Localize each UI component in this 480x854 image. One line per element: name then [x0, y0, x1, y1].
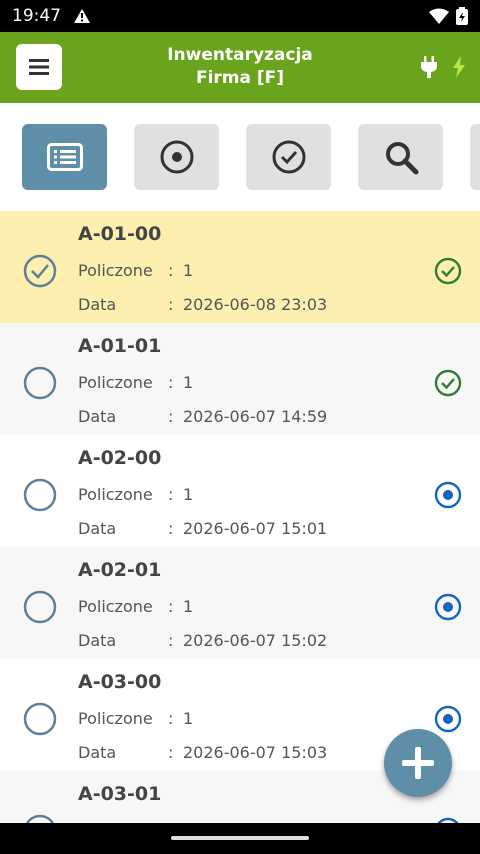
search-icon: [385, 142, 418, 175]
colon: :: [168, 407, 174, 426]
item-name: A-03-00: [78, 671, 162, 693]
search-button[interactable]: [358, 124, 443, 190]
date-value: 2026-06-07 14:59: [183, 407, 328, 426]
filter-open-button[interactable]: [134, 124, 219, 190]
colon: :: [168, 597, 174, 616]
item-name: A-02-01: [78, 559, 162, 581]
colon: :: [168, 519, 174, 538]
colon: :: [168, 261, 174, 280]
check-circle-icon: [272, 140, 305, 174]
toolbar: [0, 103, 480, 211]
plug-icon[interactable]: [420, 56, 438, 78]
wifi-icon: [429, 8, 449, 24]
list-item[interactable]: A-02-00 Policzone:1 Data:2026-06-07 15:01: [0, 435, 480, 547]
colon: :: [168, 373, 174, 392]
item-name: A-03-01: [78, 783, 162, 805]
count-value: 1: [183, 373, 194, 392]
unchecked-circle-icon[interactable]: [22, 365, 58, 401]
unchecked-circle-icon[interactable]: [22, 701, 58, 737]
unchecked-circle-icon[interactable]: [22, 813, 58, 823]
list-view-button[interactable]: [22, 124, 107, 190]
colon: :: [168, 295, 174, 314]
date-value: 2026-06-07 15:03: [183, 743, 328, 762]
item-name: A-02-00: [78, 447, 162, 469]
app-title: Inwentaryzacja: [167, 45, 313, 65]
colon: :: [168, 631, 174, 650]
app-subtitle: Firma [F]: [195, 68, 285, 88]
plus-icon: [402, 747, 434, 779]
list-item[interactable]: A-01-01 Policzone:1 Data:2026-06-07 14:59: [0, 323, 480, 435]
more-button[interactable]: [470, 124, 480, 190]
home-gesture-bar[interactable]: [171, 836, 309, 840]
open-status-icon: [434, 705, 462, 733]
date-value: 2026-06-07 15:01: [183, 519, 328, 538]
date-label: Data: [78, 631, 117, 650]
done-status-icon: [434, 257, 462, 285]
count-value: 1: [183, 597, 194, 616]
list-icon: [46, 143, 83, 171]
clock: 19:47: [12, 6, 61, 26]
count-label: Policzone: [78, 261, 153, 280]
unchecked-circle-icon[interactable]: [22, 477, 58, 513]
open-status-icon: [434, 593, 462, 621]
count-label: Policzone: [78, 597, 153, 616]
colon: :: [168, 743, 174, 762]
date-label: Data: [78, 295, 117, 314]
count-value: 1: [183, 709, 194, 728]
unchecked-circle-icon[interactable]: [22, 589, 58, 625]
radio-icon: [160, 140, 193, 174]
title-block: Inwentaryzacja Firma [F]: [0, 44, 480, 90]
checked-circle-icon[interactable]: [22, 253, 58, 289]
date-label: Data: [78, 407, 117, 426]
list-item[interactable]: A-02-01 Policzone:1 Data:2026-06-07 15:02: [0, 547, 480, 659]
item-name: A-01-01: [78, 335, 162, 357]
battery-icon: [456, 7, 468, 25]
add-button[interactable]: [384, 729, 452, 797]
colon: :: [168, 709, 174, 728]
count-label: Policzone: [78, 709, 153, 728]
done-status-icon: [434, 369, 462, 397]
count-value: 1: [183, 261, 194, 280]
item-name: A-01-00: [78, 223, 162, 245]
date-label: Data: [78, 743, 117, 762]
alert-icon: [74, 9, 90, 23]
navigation-bar: [0, 823, 480, 854]
app-bar: Inwentaryzacja Firma [F]: [0, 32, 480, 103]
filter-done-button[interactable]: [246, 124, 331, 190]
list-item[interactable]: A-01-00 Policzone:1 Data:2026-06-08 23:03: [0, 211, 480, 323]
lightning-icon[interactable]: [452, 56, 466, 78]
open-status-icon: [434, 481, 462, 509]
count-label: Policzone: [78, 373, 153, 392]
date-label: Data: [78, 519, 117, 538]
count-value: 1: [183, 485, 194, 504]
date-value: 2026-06-08 23:03: [183, 295, 328, 314]
count-label: Policzone: [78, 485, 153, 504]
colon: :: [168, 485, 174, 504]
date-value: 2026-06-07 15:02: [183, 631, 328, 650]
status-bar: 19:47: [0, 0, 480, 32]
